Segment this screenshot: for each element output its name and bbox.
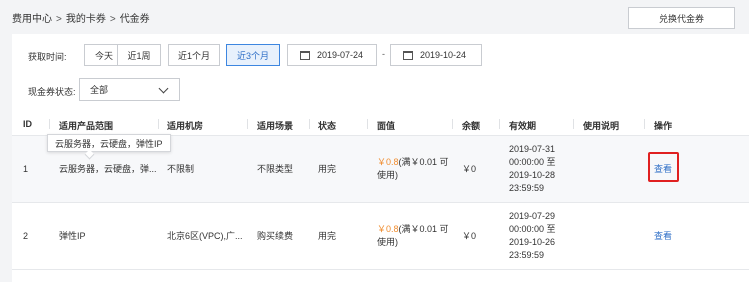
start-date-picker[interactable]: 2019-07-24 bbox=[287, 44, 377, 66]
highlight-annotation bbox=[648, 152, 679, 182]
status-filter-label: 现金券状态: bbox=[28, 87, 76, 97]
value-amount: ￥0.8 bbox=[377, 224, 399, 234]
breadcrumb-item-vouchers: 代金券 bbox=[119, 14, 150, 25]
column-header-scene: 适用场景 bbox=[257, 121, 294, 131]
column-divider bbox=[573, 119, 574, 129]
row-room: 北京6区(VPC),广... bbox=[167, 231, 243, 241]
column-divider bbox=[309, 119, 310, 129]
row-value: ￥0.8(满￥0.01 可使用) bbox=[377, 223, 449, 249]
voucher-table: ID 适用产品范围 适用机房 适用场景 状态 面值 余额 有效期 使用说明 操作… bbox=[12, 112, 749, 282]
column-divider bbox=[49, 119, 50, 129]
breadcrumb-item-billing[interactable]: 费用中心 bbox=[12, 14, 52, 25]
column-divider bbox=[452, 119, 453, 129]
calendar-icon bbox=[300, 50, 310, 60]
end-date-picker[interactable]: 2019-10-24 bbox=[390, 44, 482, 66]
column-header-room: 适用机房 bbox=[167, 121, 204, 131]
breadcrumb-separator: > bbox=[109, 14, 116, 25]
validity-start-time: 00:00:00 至 bbox=[509, 157, 556, 167]
row-balance: ￥0 bbox=[462, 164, 477, 174]
table-row: 2 弹性IP 北京6区(VPC),广... 购买续费 用完 ￥0.8(满￥0.0… bbox=[12, 203, 749, 270]
row-id: 1 bbox=[23, 164, 29, 174]
breadcrumb-separator: > bbox=[56, 14, 62, 25]
row-status: 用完 bbox=[318, 164, 337, 174]
row-room: 不限制 bbox=[167, 164, 195, 174]
products-tooltip: 云服务器，云硬盘，弹性IP bbox=[47, 134, 171, 152]
breadcrumb-item-coupons[interactable]: 我的卡券 bbox=[66, 14, 106, 25]
row-scene: 购买续费 bbox=[257, 231, 294, 241]
column-header-notes: 使用说明 bbox=[583, 121, 620, 131]
row-status: 用完 bbox=[318, 231, 337, 241]
value-amount: ￥0.8 bbox=[377, 157, 399, 167]
time-filter-label: 获取时间: bbox=[28, 52, 67, 62]
column-header-id: ID bbox=[23, 119, 32, 129]
row-validity: 2019-07-31 00:00:00 至 2019-10-28 23:59:59 bbox=[509, 143, 556, 195]
row-validity: 2019-07-29 00:00:00 至 2019-10-26 23:59:59 bbox=[509, 210, 556, 262]
column-header-balance: 余额 bbox=[462, 121, 481, 131]
column-divider bbox=[367, 119, 368, 129]
column-divider bbox=[247, 119, 248, 129]
table-header: ID 适用产品范围 适用机房 适用场景 状态 面值 余额 有效期 使用说明 操作 bbox=[12, 112, 749, 136]
view-link[interactable]: 查看 bbox=[654, 230, 672, 243]
breadcrumb: 费用中心 > 我的卡券 > 代金券 bbox=[12, 10, 150, 25]
validity-end-time: 23:59:59 bbox=[509, 250, 545, 260]
column-header-action: 操作 bbox=[654, 121, 673, 131]
calendar-icon bbox=[403, 50, 413, 60]
value-condition: (满￥0.01 可 bbox=[398, 224, 449, 234]
row-products: 云服务器，云硬盘，弹... bbox=[59, 164, 157, 174]
validity-start-time: 00:00:00 至 bbox=[509, 224, 556, 234]
date-range-separator: - bbox=[382, 49, 385, 59]
top-bar: 费用中心 > 我的卡券 > 代金券 兑换代金券 bbox=[0, 0, 749, 34]
validity-end-time: 23:59:59 bbox=[509, 183, 545, 193]
range-button-week[interactable]: 近1周 bbox=[117, 44, 161, 66]
validity-start-date: 2019-07-29 bbox=[509, 211, 556, 221]
validity-end-date: 2019-10-28 bbox=[509, 170, 556, 180]
redeem-voucher-button[interactable]: 兑换代金券 bbox=[628, 7, 735, 29]
value-condition: (满￥0.01 可 bbox=[398, 157, 449, 167]
column-divider bbox=[644, 119, 645, 129]
status-select[interactable]: 全部 bbox=[79, 78, 180, 101]
validity-start-date: 2019-07-31 bbox=[509, 144, 556, 154]
end-date-value: 2019-10-24 bbox=[420, 50, 467, 60]
range-button-3months[interactable]: 近3个月 bbox=[226, 44, 280, 66]
row-balance: ￥0 bbox=[462, 231, 477, 241]
filter-panel: 获取时间: 今天 近1周 近1个月 近3个月 2019-07-24 - 2019… bbox=[12, 34, 749, 112]
column-divider bbox=[499, 119, 500, 129]
column-divider bbox=[158, 119, 159, 129]
chevron-down-icon bbox=[158, 83, 169, 94]
row-value: ￥0.8(满￥0.01 可使用) bbox=[377, 156, 449, 182]
status-select-value: 全部 bbox=[90, 85, 109, 95]
value-condition-end: 使用) bbox=[377, 170, 398, 180]
column-header-value: 面值 bbox=[377, 121, 396, 131]
column-header-validity: 有效期 bbox=[509, 121, 537, 131]
column-header-products: 适用产品范围 bbox=[59, 121, 114, 131]
value-condition-end: 使用) bbox=[377, 237, 398, 247]
column-header-status: 状态 bbox=[318, 121, 337, 131]
row-scene: 不限类型 bbox=[257, 164, 294, 174]
start-date-value: 2019-07-24 bbox=[317, 50, 364, 60]
row-products: 弹性IP bbox=[59, 231, 86, 241]
validity-end-date: 2019-10-26 bbox=[509, 237, 556, 247]
row-id: 2 bbox=[23, 231, 29, 241]
range-button-month[interactable]: 近1个月 bbox=[168, 44, 220, 66]
